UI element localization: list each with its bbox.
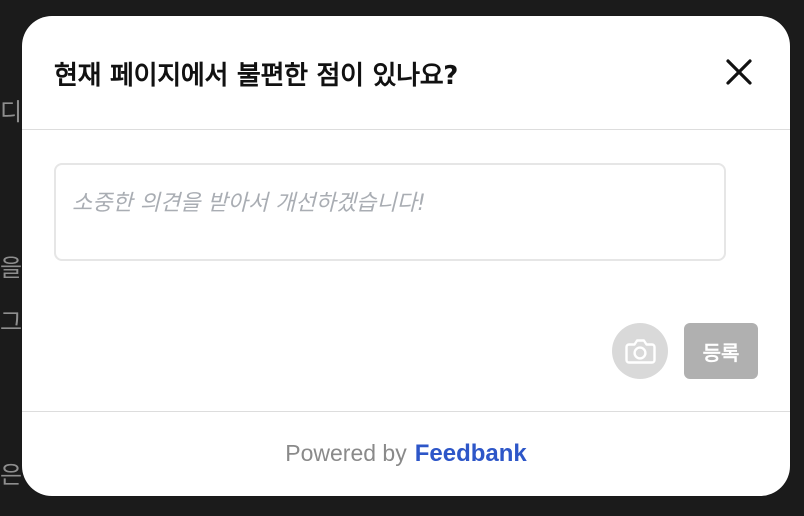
close-button[interactable] [723,56,755,88]
powered-by-label: Powered by [285,440,407,466]
submit-button[interactable]: 등록 [684,323,758,379]
modal-title: 현재 페이지에서 불편한 점이 있나요? [54,61,459,91]
background-text-fragment: 그 [0,308,23,336]
modal-header: 현재 페이지에서 불편한 점이 있나요? [22,16,790,130]
feedback-modal: 현재 페이지에서 불편한 점이 있나요? 등록 Powered by Feedb… [22,16,790,496]
close-icon [726,59,752,85]
attach-screenshot-button[interactable] [612,323,668,379]
modal-body [22,130,790,412]
modal-footer: Powered by Feedbank [22,411,790,496]
feedback-textarea[interactable] [54,163,726,261]
feedbank-link[interactable]: Feedbank [415,440,527,468]
camera-icon [625,339,656,364]
